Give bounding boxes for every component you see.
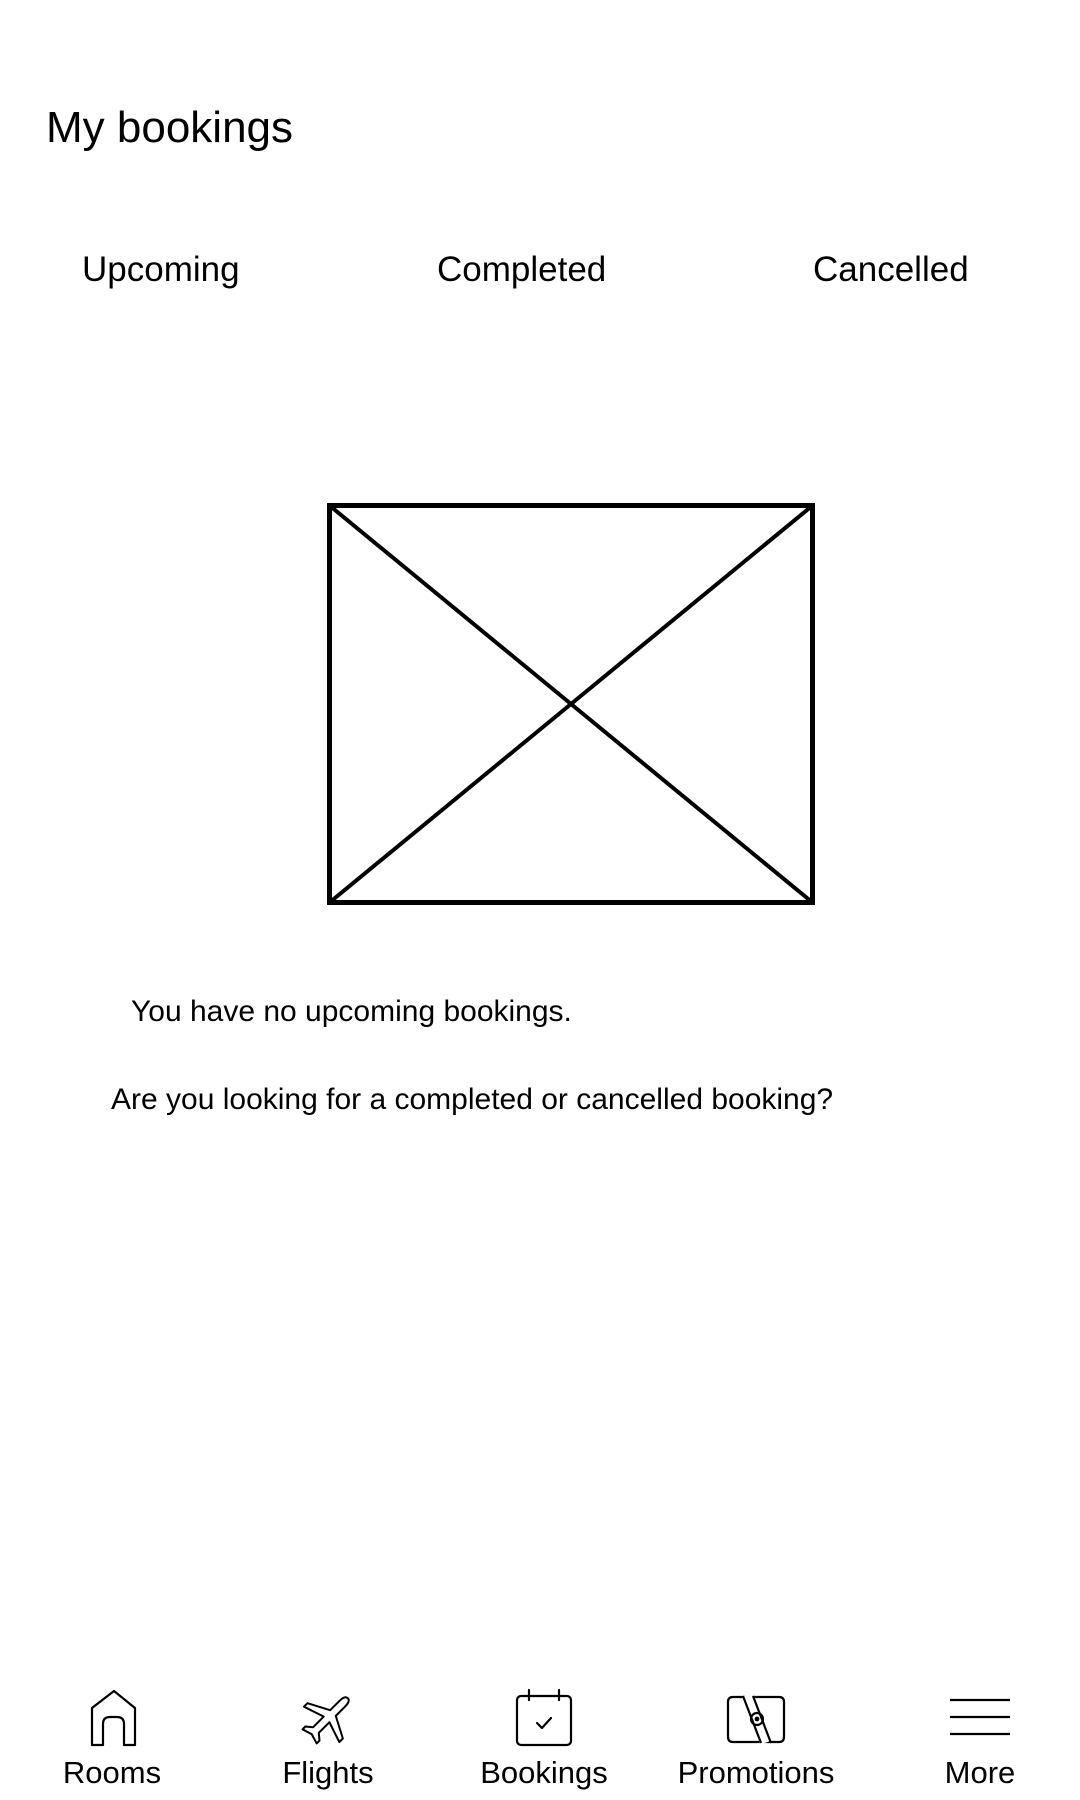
nav-label-bookings: Bookings <box>480 1755 608 1790</box>
nav-item-flights[interactable]: Flights <box>272 1685 384 1800</box>
nav-label-flights: Flights <box>282 1755 374 1790</box>
nav-label-rooms: Rooms <box>62 1755 162 1790</box>
page-title: My bookings <box>46 103 294 152</box>
nav-item-rooms[interactable]: Rooms <box>56 1685 168 1800</box>
promotion-ticket-icon <box>721 1685 791 1751</box>
nav-label-more: More <box>944 1755 1016 1790</box>
nav-item-promotions[interactable]: Promotions <box>676 1685 836 1800</box>
calendar-check-icon <box>509 1685 579 1751</box>
menu-icon <box>945 1685 1015 1751</box>
nav-item-bookings[interactable]: Bookings <box>476 1685 612 1800</box>
tab-completed[interactable]: Completed <box>437 248 606 292</box>
empty-state-message: You have no upcoming bookings. <box>131 995 572 1028</box>
airplane-icon <box>293 1685 363 1751</box>
tab-cancelled[interactable]: Cancelled <box>813 248 969 292</box>
help-message[interactable]: Are you looking for a completed or cance… <box>111 1080 833 1120</box>
empty-state-image-placeholder <box>327 503 815 905</box>
image-placeholder-icon <box>327 503 815 905</box>
tab-upcoming[interactable]: Upcoming <box>82 248 240 292</box>
nav-item-more[interactable]: More <box>924 1685 1036 1800</box>
nav-label-promotions: Promotions <box>677 1755 835 1790</box>
home-icon <box>77 1685 147 1751</box>
